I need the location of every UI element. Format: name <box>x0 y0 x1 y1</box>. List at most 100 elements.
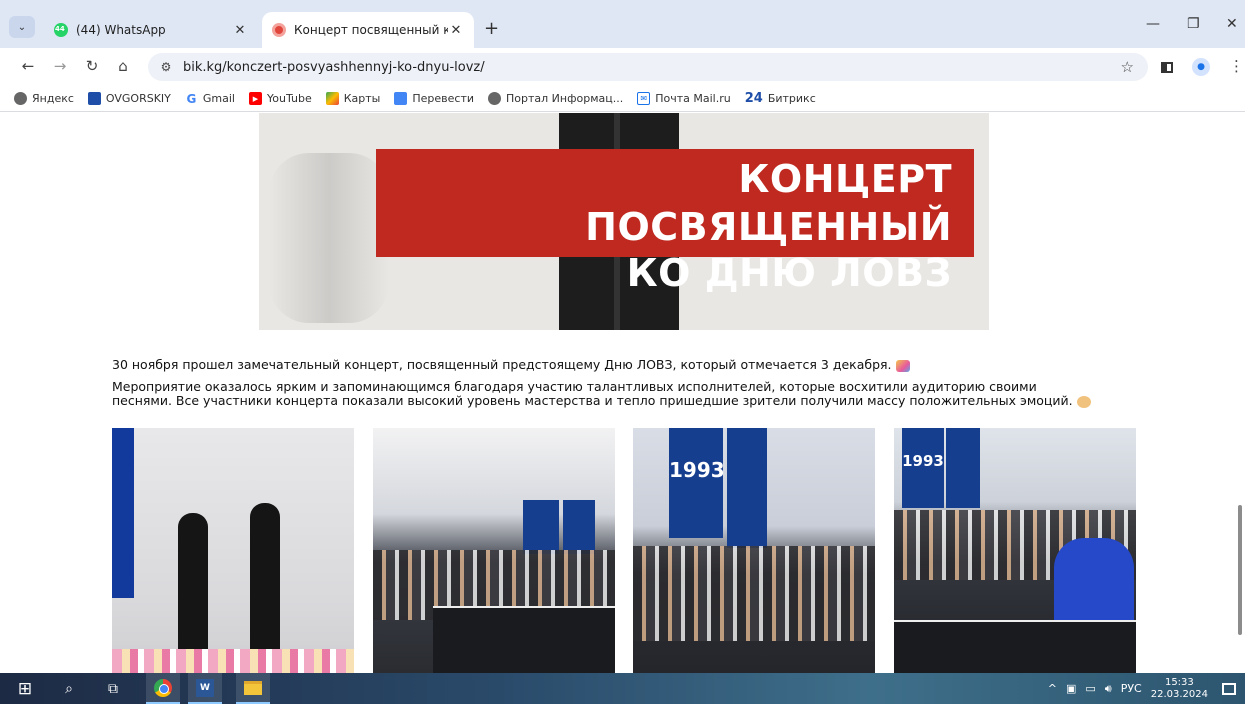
network-icon[interactable]: ▭ <box>1085 682 1095 695</box>
article-paragraph-1: 30 ноября прошел замечательный концерт, … <box>112 357 910 372</box>
close-window-icon[interactable]: ✕ <box>1226 16 1238 32</box>
bookmark-portal[interactable]: Портал Информац... <box>488 92 623 105</box>
clapping-hands-icon <box>1076 395 1091 408</box>
new-tab-button[interactable]: + <box>484 18 499 39</box>
search-icon[interactable]: ⌕ <box>56 673 82 704</box>
task-view-icon[interactable]: ⧉ <box>100 673 126 704</box>
bookmark-mail[interactable]: ✉ Почта Mail.ru <box>637 92 731 105</box>
page-content: КОНЦЕРТ ПОСВЯЩЕННЫЙ КО ДНЮ ЛОВЗ 30 ноябр… <box>0 113 1245 673</box>
restore-icon[interactable]: ❐ <box>1187 16 1200 32</box>
maps-icon <box>325 92 339 105</box>
hero-title-banner: КОНЦЕРТ ПОСВЯЩЕННЫЙ КО ДНЮ ЛОВЗ <box>376 149 974 295</box>
system-tray: ^ ▣ ▭ 🔊︎ РУС 15:33 22.03.2024 <box>1048 673 1245 704</box>
photo-singer <box>250 503 280 663</box>
bookmark-gmail[interactable]: G Gmail <box>184 91 235 106</box>
notifications-icon[interactable] <box>1222 682 1236 695</box>
address-bar[interactable]: ⚙ bik.kg/konczert-posvyashhennyj-ko-dnyu… <box>148 53 1148 81</box>
chevron-up-icon[interactable]: ^ <box>1048 682 1057 695</box>
whatsapp-icon <box>54 23 68 37</box>
photo-wall-stripe <box>112 428 134 598</box>
home-icon[interactable]: ⌂ <box>112 57 134 75</box>
chevron-down-icon: ⌄ <box>17 21 27 33</box>
bookmark-label: Карты <box>343 92 381 105</box>
taskbar-chrome[interactable] <box>146 673 180 704</box>
globe-icon <box>488 92 502 105</box>
back-icon[interactable]: ← <box>17 57 39 75</box>
bookmark-label: Портал Информац... <box>506 92 624 105</box>
bookmark-ovgorskiy[interactable]: OVGORSKIY <box>87 92 171 105</box>
browser-toolbar: ← → ↻ ⌂ ⚙ bik.kg/konczert-posvyashhennyj… <box>0 48 1245 86</box>
paragraph-text: Мероприятие оказалось ярким и запоминающ… <box>112 379 1073 408</box>
paragraph-text: 30 ноября прошел замечательный концерт, … <box>112 357 892 372</box>
reload-icon[interactable]: ↻ <box>81 57 103 75</box>
tab-concert[interactable]: Концерт посвященный ко дню ✕ <box>262 12 474 48</box>
word-icon: W <box>196 678 214 697</box>
kebab-menu-icon[interactable]: ⋮ <box>1229 57 1244 75</box>
bookmarks-bar: Яндекс OVGORSKIY G Gmail ▶ YouTube Карты… <box>0 86 1245 112</box>
bookmark-label: OVGORSKIY <box>105 92 171 105</box>
close-icon[interactable]: ✕ <box>232 23 248 38</box>
gallery-photo-front-row[interactable]: 1993 <box>894 428 1136 673</box>
taskbar-word[interactable]: W <box>188 673 222 704</box>
photo-table <box>894 620 1136 673</box>
bitrix24-icon: 24 <box>744 91 763 106</box>
clock-time: 15:33 <box>1164 676 1194 688</box>
folder-icon <box>244 680 262 695</box>
photo-banner <box>727 428 767 548</box>
taskbar: ⊞ ⌕ ⧉ W ^ ▣ ▭ 🔊︎ РУС 15:33 22.03.2024 <box>0 673 1245 704</box>
windows-start-icon[interactable]: ⊞ <box>10 673 40 704</box>
photo-singer <box>178 513 208 663</box>
close-icon[interactable]: ✕ <box>448 23 464 38</box>
clock-date: 22.03.2024 <box>1150 688 1208 700</box>
forward-icon[interactable]: → <box>49 57 71 75</box>
bookmark-bitrix[interactable]: 24 Битрикс <box>745 91 816 106</box>
translate-icon <box>394 92 408 105</box>
ovgorskiy-icon <box>87 92 101 105</box>
tab-title: (44) WhatsApp <box>76 23 166 37</box>
article-paragraph-2: Мероприятие оказалось ярким и запоминающ… <box>112 380 1092 408</box>
bookmark-star-icon[interactable]: ☆ <box>1121 58 1134 76</box>
profile-icon[interactable]: ● <box>1192 58 1210 76</box>
tray-app-icon[interactable]: ▣ <box>1066 682 1076 695</box>
bookmark-label: Почта Mail.ru <box>655 92 731 105</box>
scrollbar-thumb[interactable] <box>1238 505 1242 635</box>
taskbar-explorer[interactable] <box>236 673 270 704</box>
side-panel-icon[interactable] <box>1161 62 1173 73</box>
photo-banner <box>946 428 980 508</box>
tab-search-button[interactable]: ⌄ <box>9 16 35 38</box>
gallery-photo-audience-wide[interactable] <box>373 428 615 673</box>
url-text[interactable]: bik.kg/konczert-posvyashhennyj-ko-dnyu-l… <box>183 60 485 75</box>
photo-banner-1993: 1993 <box>902 428 944 508</box>
chrome-icon <box>154 678 172 697</box>
hero-shadow <box>269 153 389 323</box>
hero-title-line1: КОНЦЕРТ ПОСВЯЩЕННЫЙ <box>585 157 952 249</box>
bookmark-label: Яндекс <box>32 92 74 105</box>
photo-crowd <box>633 546 875 641</box>
bookmark-label: YouTube <box>266 92 312 105</box>
party-popper-icon <box>895 359 910 372</box>
hero-image: КОНЦЕРТ ПОСВЯЩЕННЫЙ КО ДНЮ ЛОВЗ <box>259 113 989 330</box>
minimize-icon[interactable]: — <box>1146 16 1160 32</box>
photo-table <box>433 606 615 673</box>
bik-favicon <box>272 23 286 37</box>
globe-icon <box>14 92 27 105</box>
mail-icon: ✉ <box>637 92 651 105</box>
bookmark-maps[interactable]: Карты <box>325 92 381 105</box>
gallery-photo-audience-banner[interactable]: 1993 <box>633 428 875 673</box>
bookmark-label: Битрикс <box>767 92 816 105</box>
photo-banner <box>523 500 559 554</box>
tab-whatsapp[interactable]: (44) WhatsApp ✕ <box>44 12 258 48</box>
google-icon: G <box>184 91 198 106</box>
volume-icon[interactable]: 🔊︎ <box>1105 682 1112 696</box>
bookmark-youtube[interactable]: ▶ YouTube <box>248 92 312 105</box>
photo-banner-1993: 1993 <box>669 428 725 538</box>
site-info-icon[interactable]: ⚙ <box>157 60 175 74</box>
photo-banner <box>563 500 595 554</box>
photo-flowers <box>112 649 354 673</box>
bookmark-yandex[interactable]: Яндекс <box>14 92 74 105</box>
gallery-photo-singers[interactable] <box>112 428 354 673</box>
language-indicator[interactable]: РУС <box>1121 682 1142 695</box>
bookmark-translate[interactable]: Перевести <box>394 92 474 105</box>
tab-strip: ⌄ (44) WhatsApp ✕ Концерт посвященный ко… <box>0 0 1245 48</box>
clock[interactable]: 15:33 22.03.2024 <box>1151 677 1208 701</box>
